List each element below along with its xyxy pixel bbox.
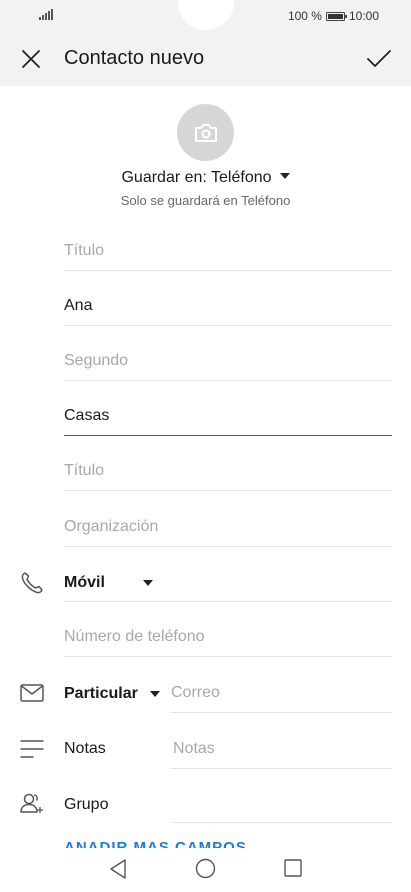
home-icon[interactable] xyxy=(195,858,216,879)
phone-type-underline xyxy=(64,562,392,602)
check-icon[interactable] xyxy=(365,46,393,72)
dropdown-caret-icon xyxy=(149,691,160,697)
first-name-field[interactable]: Ana xyxy=(64,286,392,326)
middle-name-field[interactable]: Segundo xyxy=(64,341,392,381)
camera-icon xyxy=(194,123,217,142)
prefix-placeholder: Título xyxy=(64,241,105,259)
battery-icon xyxy=(325,11,347,21)
close-icon[interactable] xyxy=(18,46,44,72)
contact-photo-button[interactable] xyxy=(177,104,234,161)
phone-number-field[interactable]: Número de teléfono xyxy=(64,617,392,657)
group-icon xyxy=(20,793,43,813)
email-type-selector[interactable]: Particular xyxy=(64,685,160,703)
back-icon[interactable] xyxy=(108,858,128,880)
organization-placeholder: Organización xyxy=(64,517,159,535)
clock: 10:00 xyxy=(348,9,379,23)
phone-icon xyxy=(21,572,43,594)
organization-field[interactable]: Organización xyxy=(64,507,392,547)
email-field[interactable]: Correo xyxy=(171,673,392,713)
prefix-field[interactable]: Título xyxy=(64,231,392,271)
page-title: Contacto nuevo xyxy=(64,47,205,69)
job-title-placeholder: Título xyxy=(64,461,105,479)
save-location-note: Solo se guardará en Teléfono xyxy=(120,193,291,208)
job-title-field[interactable]: Título xyxy=(64,451,392,491)
email-placeholder: Correo xyxy=(171,683,220,701)
email-type-label: Particular xyxy=(64,685,138,702)
status-bar: 100 % 10:00 xyxy=(0,0,411,32)
last-name-field[interactable]: Casas xyxy=(64,396,392,436)
notes-label: Notas xyxy=(64,740,106,757)
signal-icon xyxy=(39,9,53,20)
notes-placeholder: Notas xyxy=(173,739,215,757)
last-name-value: Casas xyxy=(64,406,110,424)
save-location-label: Guardar en: Teléfono xyxy=(121,169,272,186)
dropdown-caret-icon xyxy=(279,173,290,179)
group-selector[interactable] xyxy=(171,783,392,823)
mail-icon xyxy=(20,684,44,702)
first-name-value: Ana xyxy=(64,296,93,314)
group-label: Grupo xyxy=(64,796,109,813)
system-navigation-bar xyxy=(0,848,411,892)
notes-icon xyxy=(20,740,44,758)
phone-number-placeholder: Número de teléfono xyxy=(64,627,205,645)
middle-name-placeholder: Segundo xyxy=(64,351,129,369)
app-header: Contacto nuevo xyxy=(0,32,411,86)
recent-apps-icon[interactable] xyxy=(284,859,302,877)
save-location-selector[interactable]: Guardar en: Teléfono xyxy=(0,169,411,187)
notes-field[interactable]: Notas xyxy=(171,729,392,769)
battery-percent: 100 % xyxy=(287,9,322,23)
